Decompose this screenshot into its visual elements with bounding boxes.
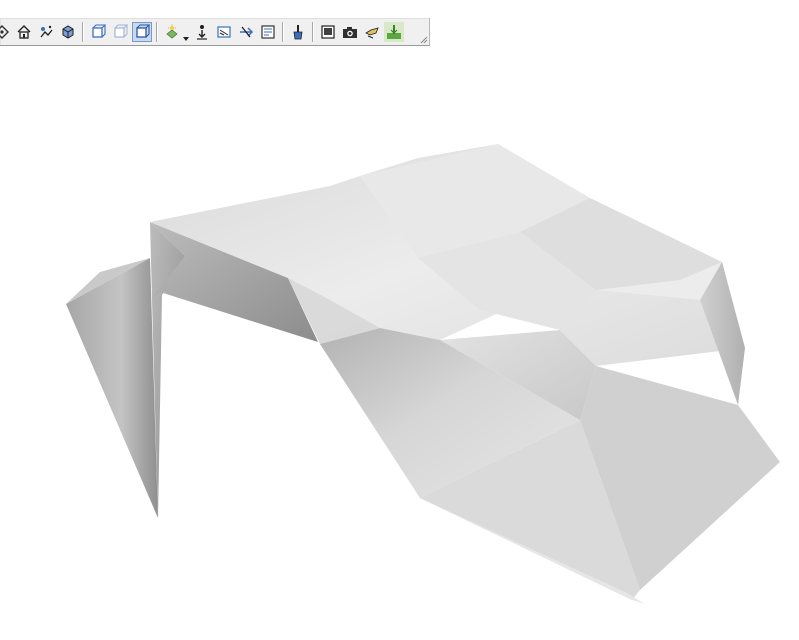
3d-surface-model[interactable] <box>0 0 799 640</box>
orthographic-button[interactable] <box>110 22 130 42</box>
paintbrush-button[interactable] <box>288 22 308 42</box>
stats-icon <box>261 24 275 39</box>
perspective-icon <box>92 23 106 38</box>
collision-icon <box>240 26 254 37</box>
section-button[interactable] <box>214 22 234 42</box>
3d-viewport[interactable] <box>0 0 799 640</box>
perspective-button[interactable] <box>88 22 108 42</box>
rotate-icon <box>0 24 9 39</box>
navigation-toolbar <box>0 18 430 46</box>
rotate-button[interactable] <box>0 22 12 42</box>
toolbar-separator <box>156 21 158 42</box>
paintbrush-icon <box>293 24 303 39</box>
home-button[interactable] <box>14 22 34 42</box>
section-icon <box>217 25 231 38</box>
lighting-icon <box>166 24 178 39</box>
dropdown-arrow-icon <box>183 36 189 41</box>
terrain-icon <box>387 24 401 39</box>
stats-button[interactable] <box>258 22 278 42</box>
cube-view-icon <box>62 24 74 39</box>
gravity-button[interactable] <box>192 22 212 42</box>
orthographic-icon <box>114 24 128 38</box>
snapshot-button[interactable] <box>318 22 338 42</box>
toolbar-separator <box>282 21 284 42</box>
fly-to-button[interactable] <box>36 22 56 42</box>
lighting-dropdown[interactable] <box>183 22 189 42</box>
left-spike-face <box>66 258 158 518</box>
fly-to-icon <box>40 25 53 37</box>
toolbar-resize-grip-icon[interactable] <box>420 36 428 44</box>
camera-button[interactable] <box>340 22 360 42</box>
headlight-button[interactable] <box>362 22 382 42</box>
toolbar-separator <box>312 21 314 42</box>
view-mode-icon <box>136 23 150 38</box>
lighting-button[interactable] <box>162 22 182 42</box>
view-mode-button[interactable] <box>132 21 152 42</box>
collision-button[interactable] <box>236 22 256 42</box>
snapshot-icon <box>321 24 335 39</box>
terrain-button[interactable] <box>384 21 404 42</box>
toolbar-separator <box>82 21 84 42</box>
camera-icon <box>343 26 357 38</box>
gravity-icon <box>197 24 207 40</box>
home-icon <box>17 24 31 39</box>
headlight-icon <box>365 26 379 38</box>
cube-view-button[interactable] <box>58 22 78 42</box>
